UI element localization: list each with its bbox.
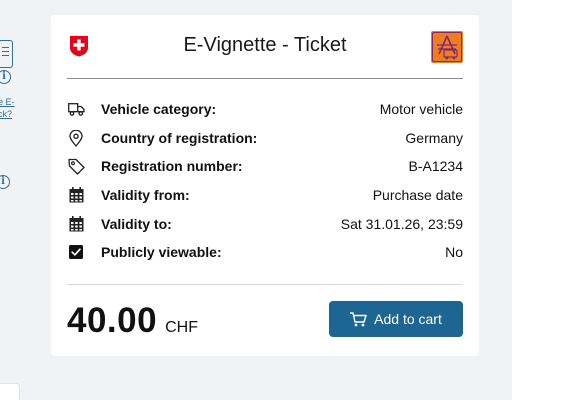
- add-to-cart-button[interactable]: Add to cart: [329, 301, 463, 337]
- price-currency: CHF: [165, 319, 198, 336]
- checkbox-checked-icon: [67, 243, 85, 261]
- calendar-icon: [67, 215, 85, 233]
- detail-value: B-A1234: [408, 158, 463, 174]
- detail-label: Vehicle category:: [101, 101, 217, 117]
- cart-icon: [350, 311, 367, 326]
- vignette-ticket-card: E-Vignette - Ticket Vehicle category: Mo…: [51, 15, 479, 356]
- info-icon[interactable]: i: [0, 70, 11, 84]
- vignette-logo-icon: [431, 31, 463, 63]
- price-amount: 40.00: [67, 301, 158, 340]
- detail-value: Sat 31.01.26, 23:59: [340, 216, 463, 232]
- detail-label: Country of registration:: [101, 130, 258, 146]
- location-pin-icon: [67, 129, 85, 147]
- detail-label: Publicly viewable:: [101, 244, 222, 260]
- left-help-link-text: e E- ck?: [0, 97, 15, 119]
- card-title: E-Vignette - Ticket: [183, 34, 347, 56]
- detail-row-vehicle-category: Vehicle category: Motor vehicle: [67, 99, 463, 119]
- detail-label: Registration number:: [101, 158, 243, 174]
- detail-value: Purchase date: [372, 187, 463, 203]
- detail-row-validity-to: Validity to: Sat 31.01.26, 23:59: [67, 214, 463, 234]
- price-divider: [67, 284, 463, 285]
- info-icon[interactable]: i: [0, 175, 10, 189]
- calendar-icon: [67, 186, 85, 204]
- detail-value: Motor vehicle: [379, 101, 463, 117]
- truck-icon: [67, 100, 85, 118]
- detail-row-validity-from: Validity from: Purchase date: [67, 185, 463, 205]
- left-bottom-panel: [0, 383, 20, 400]
- right-panel-background: [512, 0, 571, 400]
- detail-value: Germany: [405, 130, 463, 146]
- left-column-partial: i e E- ck? i: [0, 0, 20, 400]
- price: 40.00 CHF: [67, 301, 198, 341]
- detail-row-publicly-viewable: Publicly viewable: No: [67, 242, 463, 262]
- detail-value: No: [445, 244, 463, 260]
- left-help-link[interactable]: e E- ck?: [0, 96, 20, 120]
- detail-row-registration-number: Registration number: B-A1234: [67, 156, 463, 176]
- detail-row-country: Country of registration: Germany: [67, 128, 463, 148]
- detail-label: Validity from:: [101, 187, 190, 203]
- title-divider: [67, 78, 463, 79]
- document-icon: [0, 40, 13, 68]
- add-to-cart-label: Add to cart: [374, 311, 442, 327]
- tag-icon: [67, 157, 85, 175]
- detail-label: Validity to:: [101, 216, 172, 232]
